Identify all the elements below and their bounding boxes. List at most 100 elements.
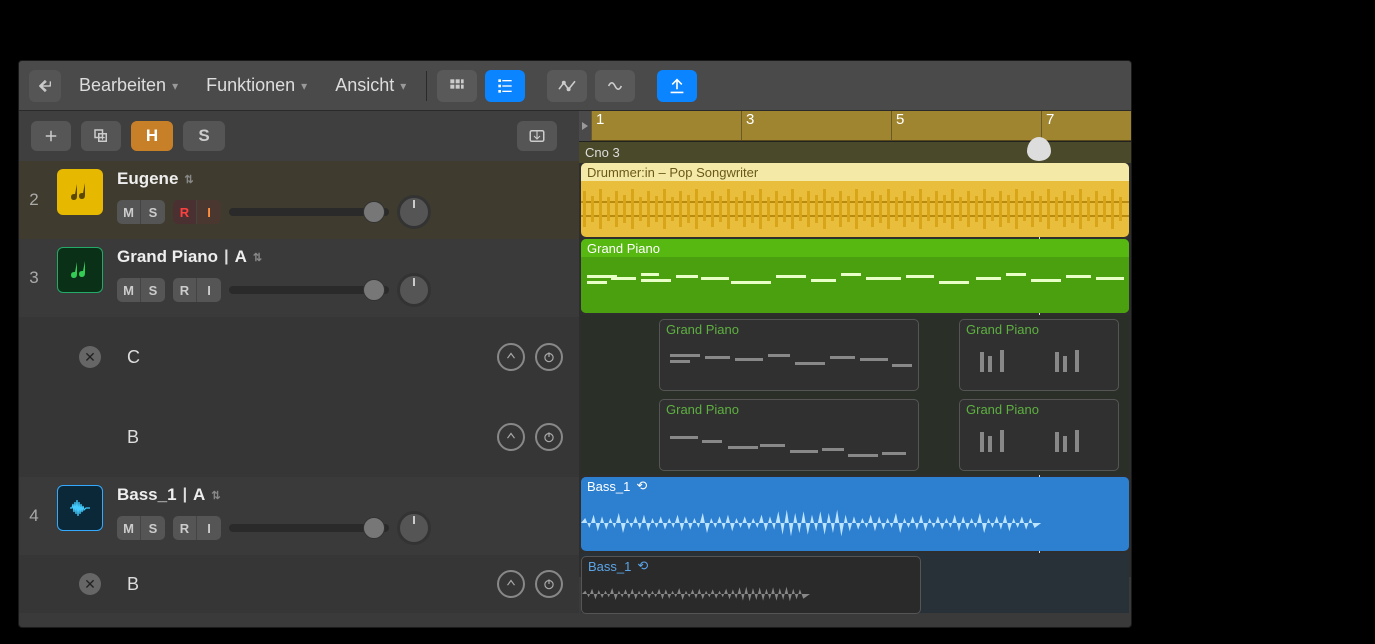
region-bass-main[interactable]: Bass_1⟲ [581,477,1129,551]
track-name[interactable]: Bass_1 | A ⇅ [117,485,569,505]
mute-button[interactable]: M [117,200,141,224]
track-icon-audio[interactable] [57,485,103,531]
chevron-down-icon: ▾ [400,79,406,93]
main-area: H S 2 Eugene⇅ M S R [19,111,1131,577]
hide-button[interactable]: H [131,121,173,151]
region-piano-take[interactable]: Grand Piano [959,399,1119,471]
callout-bracket [1134,188,1146,488]
track-toolbar: H S [19,111,579,161]
track-row[interactable]: 4 Bass_1 | A ⇅ MS RI [19,477,579,555]
pan-knob[interactable] [397,195,431,229]
close-take-button[interactable]: ✕ [79,346,101,368]
solo-track-button[interactable]: S [141,278,165,302]
input-button[interactable]: I [197,200,221,224]
volume-slider[interactable] [229,524,389,532]
menu-view-label: Ansicht [335,75,394,96]
updown-icon: ⇅ [253,251,262,264]
ruler-expand-icon[interactable] [579,111,591,141]
region-label: Grand Piano [660,400,918,418]
take-power-button[interactable] [535,423,563,451]
region-waveform [582,575,920,613]
record-button[interactable]: R [173,200,197,224]
track-icon-software[interactable] [57,247,103,293]
list-view-icon[interactable] [485,70,525,102]
solo-track-button[interactable]: S [141,200,165,224]
region-label: Grand Piano [660,320,918,338]
menu-edit[interactable]: Bearbeiten▾ [69,69,188,102]
track-row[interactable]: 2 Eugene⇅ M S R I [19,161,579,239]
ruler-bar: 5 [891,111,904,140]
grid-view-icon[interactable] [437,70,477,102]
back-button[interactable] [29,70,61,102]
region-label: Drummer:in – Pop Songwriter [581,163,1129,181]
track-number: 2 [19,161,49,239]
slider-knob[interactable] [363,201,385,223]
region-piano-take[interactable]: Grand Piano [959,319,1119,391]
track-row[interactable]: 3 Grand Piano | A ⇅ MS RI [19,239,579,317]
track-name[interactable]: Eugene⇅ [117,169,569,189]
solo-button[interactable]: S [183,121,225,151]
loop-icon: ⟲ [636,478,647,494]
input-button[interactable]: I [197,516,221,540]
callout-line [1146,336,1176,338]
close-take-button[interactable]: ✕ [79,573,101,595]
track-name[interactable]: Grand Piano | A ⇅ [117,247,569,267]
slider-knob[interactable] [363,279,385,301]
take-up-button[interactable] [497,570,525,598]
volume-slider[interactable] [229,208,389,216]
track-body: Eugene⇅ M S R I [103,161,579,239]
ruler-bar: 7 [1041,111,1054,140]
region-drummer[interactable]: Drummer:in – Pop Songwriter [581,163,1129,237]
track-number: 4 [19,477,49,555]
track-controls: M S R I [117,195,569,229]
mute-button[interactable]: M [117,278,141,302]
volume-slider[interactable] [229,286,389,294]
logic-tracks-window: Bearbeiten▾ Funktionen▾ Ansicht ▾ H S 2 [18,60,1132,628]
take-row[interactable]: ✕ B [19,397,579,477]
divider [426,71,427,101]
duplicate-track-button[interactable] [81,121,121,151]
marker-label: Cno 3 [585,145,620,160]
playhead-knob[interactable] [1027,137,1051,161]
track-body: Grand Piano | A ⇅ MS RI [103,239,579,317]
take-power-button[interactable] [535,570,563,598]
solo-track-button[interactable]: S [141,516,165,540]
record-button[interactable]: R [173,516,197,540]
take-label: B [127,574,497,595]
timeline[interactable]: 1 3 5 7 Cno 3 Drummer:in – Pop Songwrite… [579,111,1131,577]
take-up-button[interactable] [497,423,525,451]
region-piano-take[interactable]: Grand Piano [659,399,919,471]
updown-icon: ⇅ [211,489,220,502]
slider-knob[interactable] [363,517,385,539]
chevron-down-icon: ▾ [172,79,178,93]
take-power-button[interactable] [535,343,563,371]
region-piano-take[interactable]: Grand Piano [659,319,919,391]
take-buttons [497,343,563,371]
region-bass-take[interactable]: Bass_1⟲ [581,556,921,614]
pan-knob[interactable] [397,273,431,307]
menu-view[interactable]: Ansicht ▾ [325,69,416,102]
pan-knob[interactable] [397,511,431,545]
record-button[interactable]: R [173,278,197,302]
global-tracks-button[interactable] [517,121,557,151]
menubar: Bearbeiten▾ Funktionen▾ Ansicht ▾ [19,61,1131,111]
flex-icon[interactable] [595,70,635,102]
ruler[interactable]: 1 3 5 7 [579,111,1131,141]
take-row[interactable]: ✕ B [19,555,579,613]
take-row[interactable]: ✕ C [19,317,579,397]
input-button[interactable]: I [197,278,221,302]
track-icon-drummer[interactable] [57,169,103,215]
track-controls: MS RI [117,273,569,307]
region-midi [581,257,1129,313]
region-label: Grand Piano [960,320,1118,338]
solo-label: S [198,126,209,146]
mute-button[interactable]: M [117,516,141,540]
region-label: Bass_1⟲ [581,477,1129,495]
region-piano-main[interactable]: Grand Piano [581,239,1129,313]
add-track-button[interactable] [31,121,71,151]
menu-functions[interactable]: Funktionen▾ [196,69,317,102]
automation-icon[interactable] [547,70,587,102]
catch-playhead-icon[interactable] [657,70,697,102]
region-waveform [581,181,1129,237]
take-up-button[interactable] [497,343,525,371]
